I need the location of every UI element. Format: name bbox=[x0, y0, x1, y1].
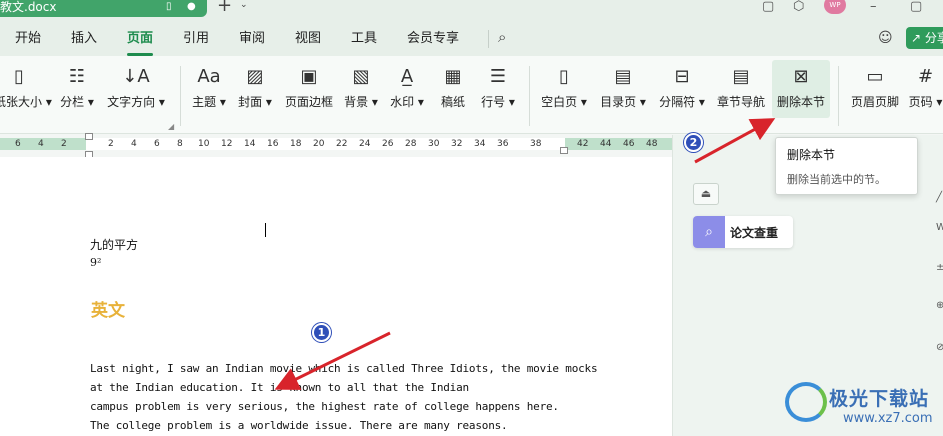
annotation-arrows bbox=[274, 118, 776, 390]
annotation-arrow-2 bbox=[694, 118, 776, 164]
watermark-text: 极光下载站 bbox=[829, 388, 930, 410]
annotation-badge-1: 1 bbox=[312, 323, 331, 342]
annotation-badge-2: 2 bbox=[684, 133, 703, 152]
site-watermark: 极光下载站 www.xz7.com bbox=[785, 378, 943, 436]
watermark-url: www.xz7.com bbox=[843, 411, 933, 426]
annotation-arrow-1 bbox=[274, 331, 391, 390]
site-logo-icon bbox=[785, 382, 827, 422]
